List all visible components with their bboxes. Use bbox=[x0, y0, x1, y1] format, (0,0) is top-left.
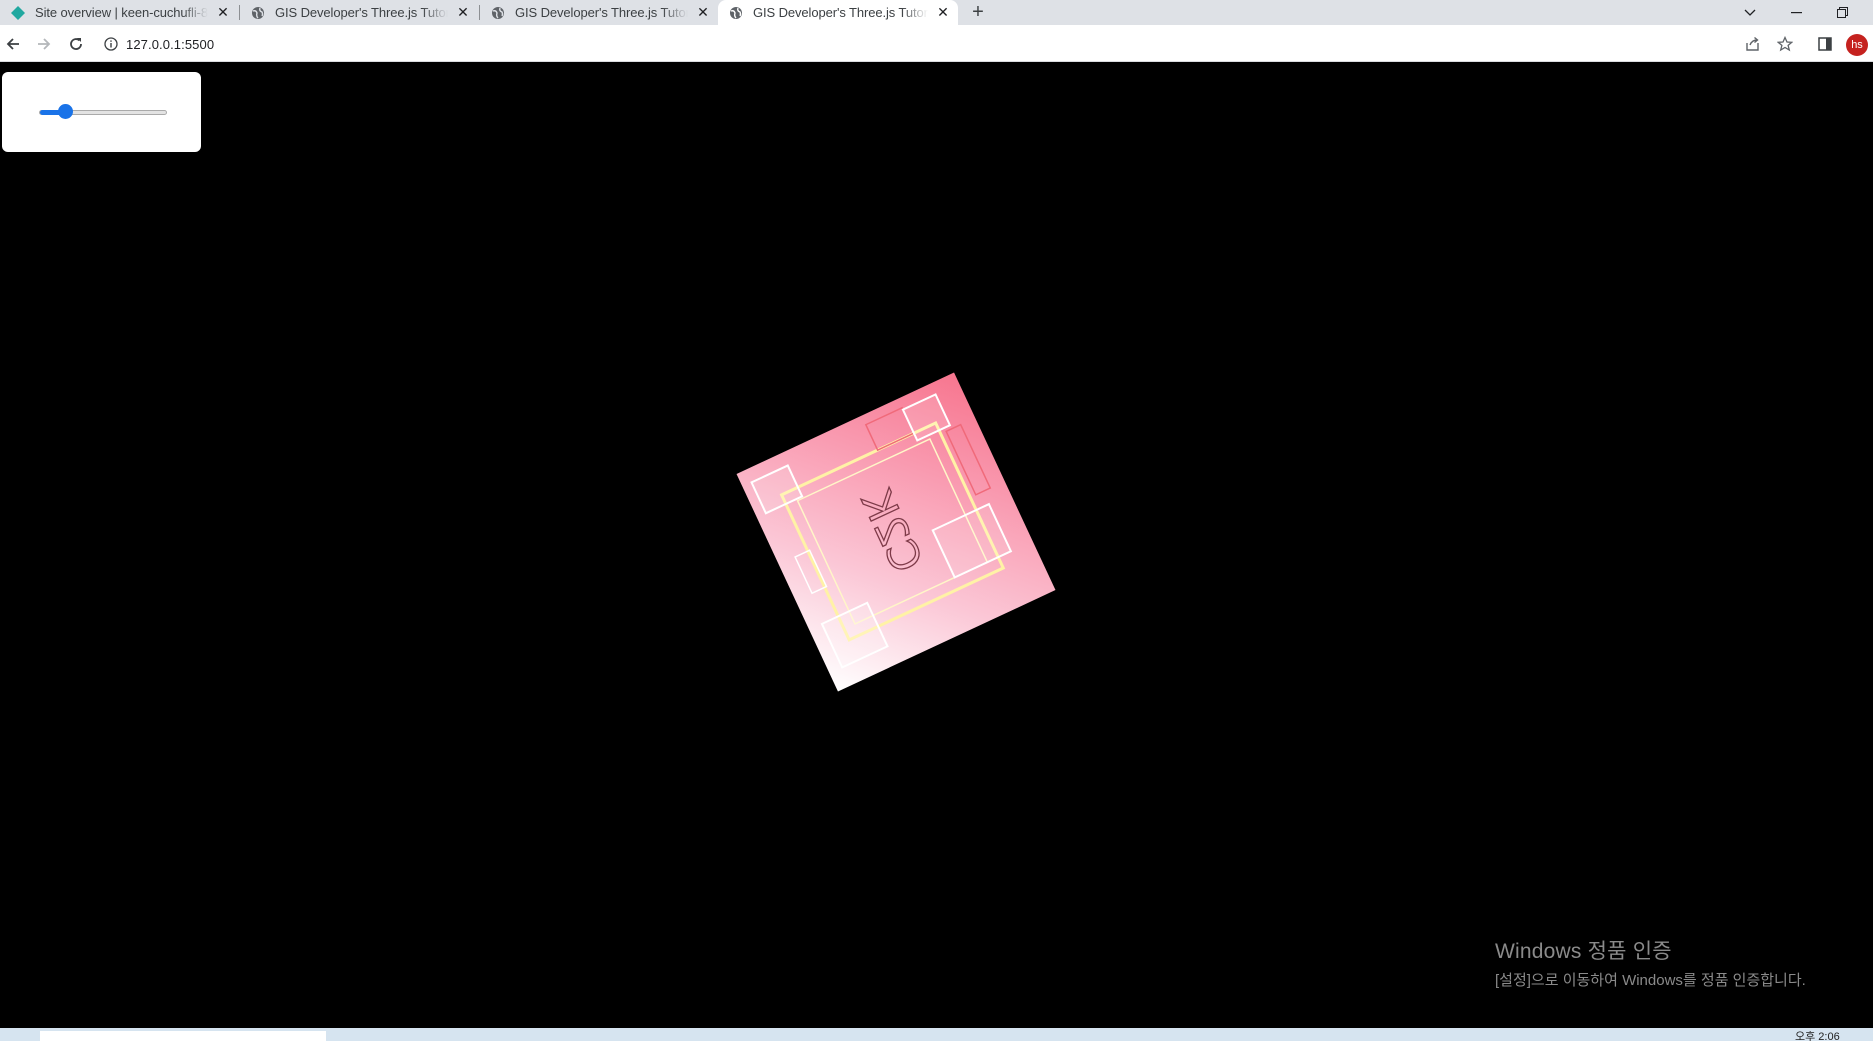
bookmark-button[interactable] bbox=[1772, 31, 1798, 57]
share-button[interactable] bbox=[1740, 31, 1766, 57]
url-text: 127.0.0.1:5500 bbox=[126, 36, 215, 52]
watermark-title: Windows 정품 인증 bbox=[1495, 940, 1672, 963]
tab-title: GIS Developer's Three.js Tutorial bbox=[753, 5, 928, 20]
tab-strip: Site overview | keen-cuchufli-85 ✕ GIS D… bbox=[0, 0, 1873, 25]
close-icon[interactable]: ✕ bbox=[214, 4, 232, 22]
webgl-canvas[interactable]: C2K Windows 정품 인증 [설정]으로 이동하여 Windows를 정… bbox=[0, 62, 1873, 1028]
profile-avatar[interactable]: hs bbox=[1846, 34, 1868, 56]
close-icon[interactable]: ✕ bbox=[934, 4, 952, 22]
minimize-button[interactable] bbox=[1776, 0, 1816, 25]
tab-title: GIS Developer's Three.js Tutorial bbox=[515, 5, 688, 20]
taskbar-search-box[interactable] bbox=[40, 1031, 326, 1041]
windows-taskbar: 오후 2:06 bbox=[0, 1028, 1873, 1041]
close-icon[interactable]: ✕ bbox=[694, 4, 712, 22]
info-icon[interactable] bbox=[104, 37, 118, 51]
minimize-icon bbox=[1790, 11, 1802, 13]
tab-title: Site overview | keen-cuchufli-85 bbox=[35, 5, 208, 20]
reload-icon bbox=[70, 38, 82, 50]
tab-title: GIS Developer's Three.js Tutorial bbox=[275, 5, 448, 20]
watermark-subtitle: [설정]으로 이동하여 Windows를 정품 인증합니다. bbox=[1495, 972, 1806, 989]
arrow-left-icon bbox=[6, 38, 19, 50]
address-bar[interactable]: 127.0.0.1:5500 bbox=[104, 30, 214, 58]
side-panel-icon bbox=[1818, 37, 1832, 51]
windows-activation-watermark: Windows 정품 인증 [설정]으로 이동하여 Windows를 정품 인증… bbox=[1495, 935, 1806, 990]
reload-button[interactable] bbox=[63, 31, 89, 57]
new-tab-button[interactable]: + bbox=[966, 0, 990, 25]
forward-button[interactable] bbox=[31, 31, 57, 57]
tab-gis-tutorial-active[interactable]: GIS Developer's Three.js Tutorial ✕ bbox=[718, 0, 958, 25]
restore-button[interactable] bbox=[1822, 0, 1862, 25]
tab-gis-tutorial-2[interactable]: GIS Developer's Three.js Tutorial ✕ bbox=[480, 0, 718, 25]
taskbar-clock: 오후 2:06 bbox=[1795, 1031, 1840, 1041]
netlify-icon bbox=[10, 5, 26, 21]
tab-search-button[interactable] bbox=[1730, 0, 1770, 25]
arrow-right-icon bbox=[38, 38, 51, 50]
tab-gis-tutorial-1[interactable]: GIS Developer's Three.js Tutorial ✕ bbox=[240, 0, 478, 25]
star-icon bbox=[1777, 36, 1793, 52]
back-button[interactable] bbox=[0, 31, 26, 57]
browser-toolbar: 127.0.0.1:5500 hs bbox=[0, 25, 1873, 62]
tab-site-overview[interactable]: Site overview | keen-cuchufli-85 ✕ bbox=[0, 0, 238, 25]
side-panel-button[interactable] bbox=[1812, 31, 1838, 57]
textured-plane: C2K bbox=[736, 372, 1056, 692]
globe-icon bbox=[250, 5, 266, 21]
restore-icon bbox=[1836, 7, 1848, 18]
close-icon[interactable]: ✕ bbox=[454, 4, 472, 22]
globe-icon bbox=[728, 5, 744, 21]
share-icon bbox=[1746, 36, 1759, 51]
chevron-down-icon bbox=[1744, 9, 1756, 16]
globe-icon bbox=[490, 5, 506, 21]
